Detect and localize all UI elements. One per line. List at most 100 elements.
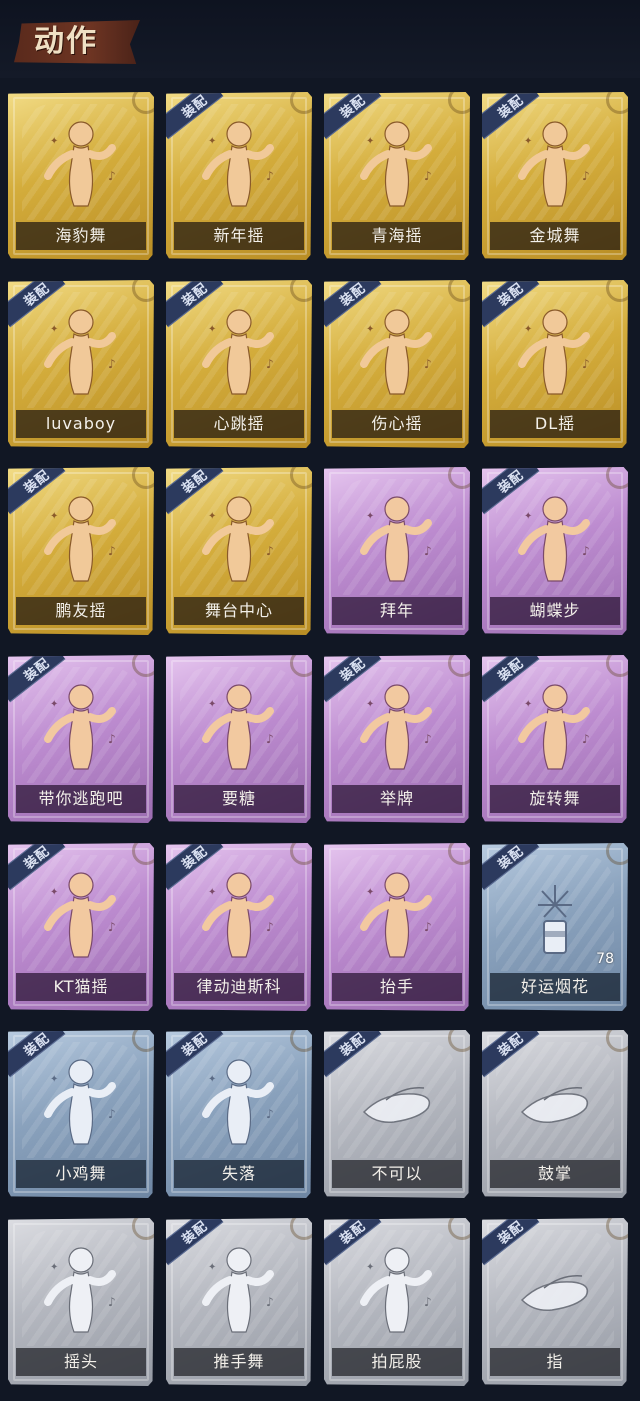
dance-pose-icon: ♪ ✦ xyxy=(8,114,154,214)
svg-text:♪: ♪ xyxy=(424,169,432,183)
emote-card[interactable]: 装配 ♪ ✦ 拍屁股 xyxy=(324,1218,470,1386)
emote-card[interactable]: 装配 ♪ ✦ 金城舞 xyxy=(482,92,628,260)
finger-wag-icon xyxy=(324,1052,470,1152)
emote-label-bar: 舞台中心 xyxy=(174,597,304,625)
emote-card[interactable]: ♪ ✦ 抬手 xyxy=(324,843,470,1011)
emote-label: 摇头 xyxy=(63,1352,98,1371)
corner-ornament xyxy=(606,467,628,489)
emote-label: 新年摇 xyxy=(213,226,265,245)
svg-text:✦: ✦ xyxy=(524,324,532,335)
emote-card[interactable]: 装配指 xyxy=(482,1218,628,1386)
emote-card[interactable]: 装配 ♪ ✦ 失落 xyxy=(166,1030,312,1198)
emote-card[interactable]: 装配 不可以 xyxy=(324,1030,470,1198)
emote-card[interactable]: 装配 ♪ ✦ 律动迪斯科 xyxy=(166,843,312,1011)
emote-label: 好运烟花 xyxy=(520,977,589,996)
emote-label-bar: 拍屁股 xyxy=(332,1348,462,1376)
emote-label-bar: 拜年 xyxy=(332,597,462,625)
emote-card[interactable]: ♪ ✦ 要糖 xyxy=(166,655,312,823)
dance-pose-icon: ♪ ✦ xyxy=(166,302,312,402)
emote-card[interactable]: 装配 78 好运烟花 xyxy=(482,843,628,1011)
point-hand-icon xyxy=(482,1240,628,1340)
emote-card[interactable]: 装配 ♪ ✦ 舞台中心 xyxy=(166,467,312,635)
corner-ornament xyxy=(290,655,312,677)
emote-card[interactable]: 装配 ♪ ✦ 推手舞 xyxy=(166,1218,312,1386)
dance-pose-icon: ♪ ✦ xyxy=(482,302,628,402)
svg-text:♪: ♪ xyxy=(424,1295,432,1309)
svg-text:♪: ♪ xyxy=(266,357,274,371)
butt-slap-pose-icon: ♪ ✦ xyxy=(324,1240,470,1340)
emote-label-bar: DL摇 xyxy=(490,410,620,438)
emote-card[interactable]: 装配 鼓掌 xyxy=(482,1030,628,1198)
svg-text:♪: ♪ xyxy=(424,920,432,934)
emote-label-bar: 要糖 xyxy=(174,785,304,813)
dance-pose-icon: ♪ ✦ xyxy=(482,489,628,589)
emote-card[interactable]: ♪ ✦ 摇头 xyxy=(8,1218,154,1386)
spin-pose-icon: ♪ ✦ xyxy=(482,677,628,777)
emote-label: DL摇 xyxy=(534,414,576,433)
corner-ornament xyxy=(290,92,312,114)
emote-label-bar: KT猫摇 xyxy=(16,973,146,1001)
emote-label: 海豹舞 xyxy=(55,226,107,245)
dance-pose-icon: ♪ ✦ xyxy=(8,302,154,402)
raise-hand-pose-icon: ♪ ✦ xyxy=(324,865,470,965)
emote-label: 拜年 xyxy=(379,601,414,620)
svg-text:✦: ✦ xyxy=(50,324,58,335)
corner-ornament xyxy=(606,92,628,114)
corner-ornament xyxy=(290,1030,312,1052)
emote-label: luvaboy xyxy=(45,414,117,433)
corner-ornament xyxy=(606,280,628,302)
corner-ornament xyxy=(606,1218,628,1240)
emote-label: 心跳摇 xyxy=(213,414,265,433)
sign-pose-icon: ♪ ✦ xyxy=(324,677,470,777)
emote-card[interactable]: 装配 ♪ ✦ 青海摇 xyxy=(324,92,470,260)
corner-ornament xyxy=(290,843,312,865)
dance-pose-icon: ♪ ✦ xyxy=(166,489,312,589)
svg-text:✦: ✦ xyxy=(50,699,58,710)
corner-ornament xyxy=(290,467,312,489)
corner-ornament xyxy=(448,1218,470,1240)
emote-label-bar: 新年摇 xyxy=(174,222,304,250)
emote-card[interactable]: 装配 ♪ ✦ 举牌 xyxy=(324,655,470,823)
emote-label-bar: 律动迪斯科 xyxy=(174,973,304,1001)
emote-card[interactable]: 装配 ♪ ✦ luvaboy xyxy=(8,280,154,448)
point-pose-icon: ♪ ✦ xyxy=(8,677,154,777)
emote-label: 青海摇 xyxy=(371,226,423,245)
emote-card[interactable]: 装配 ♪ ✦ 小鸡舞 xyxy=(8,1030,154,1198)
corner-ornament xyxy=(606,843,628,865)
emote-label-bar: luvaboy xyxy=(16,410,146,438)
corner-ornament xyxy=(132,467,154,489)
emote-card[interactable]: 装配 ♪ ✦ 伤心摇 xyxy=(324,280,470,448)
corner-ornament xyxy=(132,655,154,677)
emote-card[interactable]: 装配 ♪ ✦ DL摇 xyxy=(482,280,628,448)
emote-card[interactable]: 装配 ♪ ✦ 鹏友摇 xyxy=(8,467,154,635)
shake-head-pose-icon: ♪ ✦ xyxy=(8,1240,154,1340)
emote-card[interactable]: 装配 ♪ ✦ 带你逃跑吧 xyxy=(8,655,154,823)
svg-text:✦: ✦ xyxy=(208,136,216,147)
emote-label: 蝴蝶步 xyxy=(529,601,581,620)
emote-card[interactable]: ♪ ✦ 海豹舞 xyxy=(8,92,154,260)
svg-text:✦: ✦ xyxy=(208,699,216,710)
dance-pose-icon: ♪ ✦ xyxy=(8,489,154,589)
svg-text:✦: ✦ xyxy=(366,511,374,522)
emote-card[interactable]: ♪ ✦ 拜年 xyxy=(324,467,470,635)
emote-card[interactable]: 装配 ♪ ✦ 新年摇 xyxy=(166,92,312,260)
svg-text:✦: ✦ xyxy=(524,699,532,710)
corner-ornament xyxy=(448,280,470,302)
emote-card[interactable]: 装配 ♪ ✦ 蝴蝶步 xyxy=(482,467,628,635)
svg-text:✦: ✦ xyxy=(50,136,58,147)
emote-label: 旋转舞 xyxy=(529,789,581,808)
emote-label-bar: 指 xyxy=(490,1348,620,1376)
emote-card[interactable]: 装配 ♪ ✦ 心跳摇 xyxy=(166,280,312,448)
emote-card[interactable]: 装配 ♪ ✦ KT猫摇 xyxy=(8,843,154,1011)
emote-label-bar: 举牌 xyxy=(332,785,462,813)
emote-label-bar: 推手舞 xyxy=(174,1348,304,1376)
emote-label: 舞台中心 xyxy=(204,601,273,620)
svg-text:♪: ♪ xyxy=(108,732,116,746)
svg-text:♪: ♪ xyxy=(108,1107,116,1121)
heart-hands-pose-icon: ♪ ✦ xyxy=(324,302,470,402)
svg-text:✦: ✦ xyxy=(208,1074,216,1085)
svg-text:♪: ♪ xyxy=(582,732,590,746)
emote-card[interactable]: 装配 ♪ ✦ 旋转舞 xyxy=(482,655,628,823)
firework-icon xyxy=(482,865,628,965)
emote-label: 抬手 xyxy=(379,977,414,996)
